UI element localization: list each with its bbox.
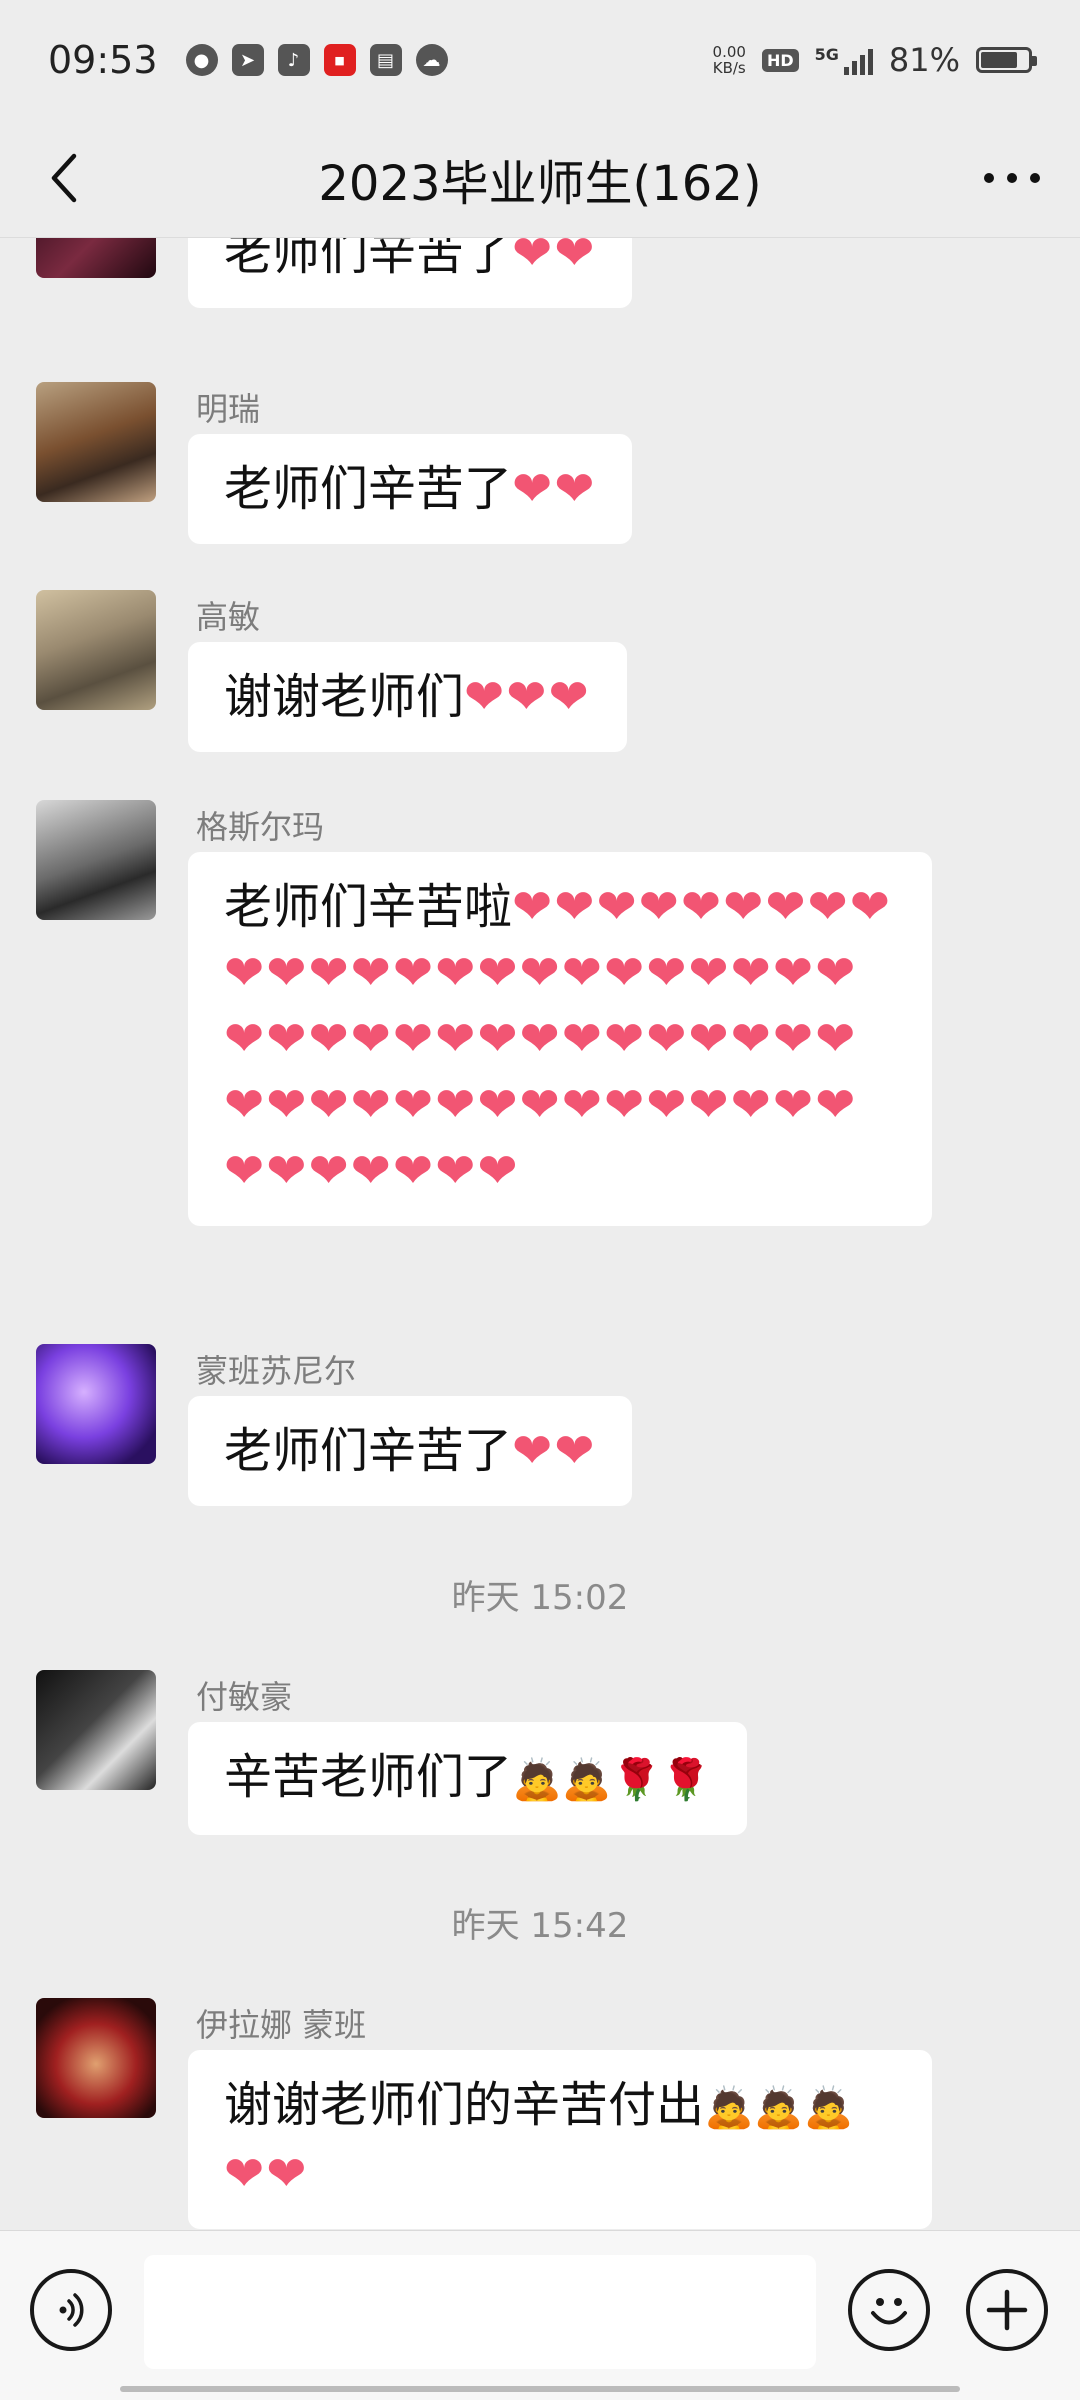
message-bubble[interactable]: 老师们辛苦啦❤❤❤❤❤❤❤❤❤❤❤❤❤❤❤❤❤❤❤❤❤❤❤❤❤❤❤❤❤❤❤❤❤❤… (188, 852, 932, 1226)
sender-name: 高敏 (196, 598, 261, 636)
more-icon (984, 173, 994, 183)
cloud-icon: ☁ (415, 44, 448, 76)
message-bubble[interactable]: 老师们辛苦了❤❤ (188, 434, 633, 544)
emoji-icon (871, 2298, 907, 2325)
toutiao-icon: ▤ (369, 44, 402, 76)
hd-badge: HD (761, 48, 799, 72)
chat-title: 2023毕业师生(162) (318, 155, 762, 212)
timestamp: 昨天 15:42 (451, 1906, 629, 1946)
avatar[interactable] (36, 800, 156, 920)
message-item: 伊拉娜 蒙班 谢谢老师们的辛苦付出🙇🙇🙇 ❤❤ (36, 1998, 1046, 2230)
chat-header: 2023毕业师生(162) (0, 120, 1080, 238)
avatar[interactable] (36, 1344, 156, 1464)
paper-plane-icon: ➤ (231, 44, 264, 76)
input-bar (0, 2230, 1080, 2400)
avatar[interactable] (36, 382, 156, 502)
emoji-button[interactable] (848, 2269, 930, 2351)
avatar[interactable] (36, 1998, 156, 2118)
avatar[interactable] (36, 1670, 156, 1790)
wechat-icon: ● (185, 44, 218, 76)
voice-icon (59, 2293, 84, 2327)
news-app-icon: ■ (323, 44, 356, 76)
message-item: 高敏 谢谢老师们❤❤❤ (36, 590, 1046, 780)
battery-icon (976, 47, 1037, 73)
timestamp: 昨天 15:02 (451, 1578, 629, 1618)
status-bar: 09:53 ● ➤ ♪ ■ ▤ ☁ 0.00 KB/s HD 5G 81% (0, 0, 1080, 120)
sender-name: 明瑞 (196, 390, 261, 428)
message-item: 蒙班苏尼尔 老师们辛苦了❤❤ (36, 1344, 1046, 1534)
message-list[interactable]: 老师们辛苦了❤❤ 明瑞 老师们辛苦了❤❤ 高敏 谢谢老师们❤❤❤ 格斯尔玛 老师… (0, 238, 1080, 2230)
message-item: 格斯尔玛 老师们辛苦啦❤❤❤❤❤❤❤❤❤❤❤❤❤❤❤❤❤❤❤❤❤❤❤❤❤❤❤❤❤… (36, 800, 1046, 1320)
signal-icon: 5G (815, 45, 873, 75)
tiktok-icon: ♪ (277, 44, 310, 76)
message-bubble[interactable]: 谢谢老师们❤❤❤ (188, 642, 627, 752)
sender-name: 格斯尔玛 (196, 808, 325, 846)
message-item: 明瑞 老师们辛苦了❤❤ (36, 382, 1046, 572)
sender-name: 蒙班苏尼尔 (196, 1352, 357, 1390)
message-input[interactable] (144, 2255, 816, 2369)
net-speed: 0.00 KB/s (712, 43, 746, 77)
message-bubble[interactable]: 老师们辛苦了❤❤ (188, 238, 633, 308)
message-bubble[interactable]: 老师们辛苦了❤❤ (188, 1396, 633, 1506)
more-button[interactable] (980, 150, 1044, 206)
home-indicator[interactable] (120, 2386, 960, 2392)
sender-name: 伊拉娜 蒙班 (196, 2006, 367, 2044)
battery-percent: 81% (888, 41, 960, 79)
chevron-left-icon (51, 153, 77, 203)
status-time: 09:53 (48, 38, 158, 82)
voice-button[interactable] (30, 2269, 112, 2351)
avatar[interactable] (36, 590, 156, 710)
sender-name: 付敏豪 (196, 1678, 293, 1716)
message-item: 老师们辛苦了❤❤ (36, 238, 1046, 358)
message-bubble[interactable]: 辛苦老师们了🙇🙇🌹🌹 (188, 1722, 748, 1835)
message-item: 付敏豪 辛苦老师们了🙇🙇🌹🌹 (36, 1670, 1046, 1860)
avatar[interactable] (36, 238, 156, 278)
message-bubble[interactable]: 谢谢老师们的辛苦付出🙇🙇🙇 ❤❤ (188, 2050, 932, 2229)
plus-icon (986, 2289, 1028, 2331)
plus-button[interactable] (966, 2269, 1048, 2351)
back-button[interactable] (40, 150, 96, 206)
